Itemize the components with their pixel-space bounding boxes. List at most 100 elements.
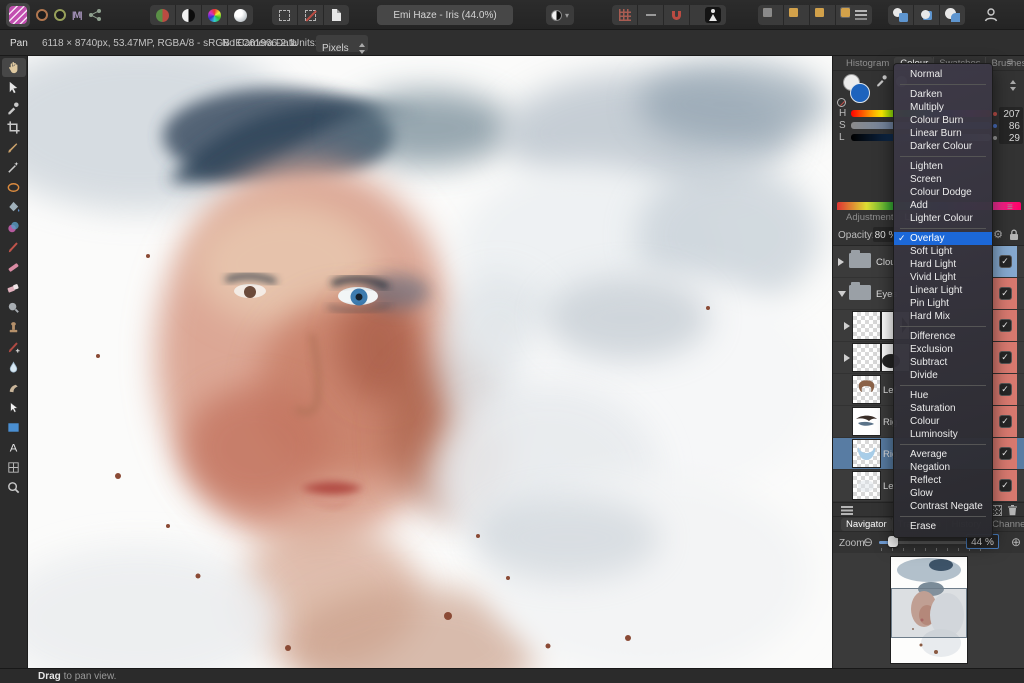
select-document-button[interactable] [324,5,349,25]
blend-option-hue[interactable]: Hue [894,389,992,402]
forward-one-button[interactable] [810,5,835,25]
develop-persona-button[interactable] [54,9,66,21]
zoom-out-icon[interactable]: ⊖ [863,535,873,549]
layer-visibility-checkbox[interactable]: ✓ [999,255,1012,268]
mixer-brush-tool[interactable] [2,218,26,237]
blend-option-colour-burn[interactable]: Colour Burn [894,114,992,127]
blend-option-subtract[interactable]: Subtract [894,356,992,369]
layer-thumb[interactable] [853,312,880,339]
alignment-button[interactable] [850,5,872,25]
tone-mapping-persona-button[interactable]: |M| [72,10,82,20]
colour-picker-icon[interactable] [875,73,889,90]
zoom-in-icon[interactable]: ⊕ [1011,535,1021,549]
layer-visibility-checkbox[interactable]: ✓ [999,287,1012,300]
export-persona-button[interactable] [88,8,102,22]
layer-visibility-checkbox[interactable]: ✓ [999,383,1012,396]
node-tool[interactable] [2,398,26,417]
mesh-warp-tool[interactable] [2,458,26,477]
blend-option-colour-dodge[interactable]: Colour Dodge [894,186,992,199]
move-to-back-button[interactable] [758,5,783,25]
blend-option-exclusion[interactable]: Exclusion [894,343,992,356]
boolean-add-button[interactable] [888,5,913,25]
zoom-tool[interactable] [2,478,26,497]
deselect-button[interactable] [298,5,323,25]
freehand-selection-tool[interactable] [2,178,26,197]
blend-option-darker-colour[interactable]: Darker Colour [894,140,992,153]
healing-brush-tool[interactable] [2,338,26,357]
tab-navigator[interactable]: Navigator [841,518,892,531]
view-pan-tool[interactable] [2,58,26,77]
layer-visibility-checkbox[interactable]: ✓ [999,351,1012,364]
snapping-magnet-button[interactable] [664,5,689,25]
snapping-presets-button[interactable] [638,5,663,25]
blend-option-vivid-light[interactable]: Vivid Light [894,271,992,284]
liquify-persona-button[interactable] [36,9,48,21]
colour-mode-stepper[interactable] [1009,80,1016,91]
colour-panel-menu-icon[interactable]: ≡ [1007,58,1020,68]
blend-option-difference[interactable]: Difference [894,330,992,343]
boolean-subtract-button[interactable] [914,5,939,25]
blend-option-linear-burn[interactable]: Linear Burn [894,127,992,140]
blend-option-add[interactable]: Add [894,199,992,212]
no-colour-swatch[interactable] [837,98,846,107]
layer-effects-gear-icon[interactable]: ⚙ [993,228,1003,241]
blend-option-average[interactable]: Average [894,448,992,461]
pixel-brush-tool[interactable] [2,238,26,257]
tab-histogram[interactable]: Histogram [841,57,894,70]
blend-option-multiply[interactable]: Multiply [894,101,992,114]
blend-option-divide[interactable]: Divide [894,369,992,382]
paint-brush-tool[interactable] [2,138,26,157]
artistic-text-tool[interactable]: A [2,438,26,457]
layer-thumb[interactable] [853,408,880,435]
layer-visibility-checkbox[interactable]: ✓ [999,447,1012,460]
selection-brush-tool[interactable] [2,158,26,177]
expand-arrow-icon[interactable] [844,354,850,362]
blend-option-soft-light[interactable]: Soft Light [894,245,992,258]
auto-contrast-button[interactable] [176,5,201,25]
auto-white-balance-button[interactable] [228,5,253,25]
blend-option-linear-light[interactable]: Linear Light [894,284,992,297]
select-marquee-button[interactable] [272,5,297,25]
blend-option-contrast-negate[interactable]: Contrast Negate [894,500,992,513]
navigator-thumbnail[interactable] [891,557,967,663]
dodge-brush-tool[interactable] [2,298,26,317]
blend-option-erase[interactable]: Erase [894,520,992,533]
blend-option-reflect[interactable]: Reflect [894,474,992,487]
canvas[interactable] [28,56,832,668]
colour-replacement-brush-tool[interactable] [2,258,26,277]
foreground-colour-swatch[interactable] [850,83,870,103]
blend-option-lighter-colour[interactable]: Lighter Colour [894,212,992,225]
crop-tool[interactable] [2,118,26,137]
auto-colour-button[interactable] [202,5,227,25]
layer-lock-icon[interactable] [1009,229,1019,244]
colour-picker-tool[interactable] [2,98,26,117]
blend-option-hard-mix[interactable]: Hard Mix [894,310,992,323]
account-button[interactable] [978,5,1004,25]
blur-brush-tool[interactable] [2,358,26,377]
blend-option-pin-light[interactable]: Pin Light [894,297,992,310]
blend-option-lighten[interactable]: Lighten [894,160,992,173]
move-tool[interactable] [2,78,26,97]
assistant-manager-button[interactable] [700,5,726,25]
expand-collapse-icon[interactable] [838,291,846,297]
layer-visibility-checkbox[interactable]: ✓ [999,479,1012,492]
blend-option-saturation[interactable]: Saturation [894,402,992,415]
blend-option-glow[interactable]: Glow [894,487,992,500]
document-title-button[interactable]: Emi Haze - Iris (44.0%) [377,5,513,25]
mask-layer-icon[interactable] [992,506,1001,515]
show-grid-button[interactable] [612,5,637,25]
blend-option-screen[interactable]: Screen [894,173,992,186]
boolean-divide-button[interactable] [940,5,965,25]
blend-option-hard-light[interactable]: Hard Light [894,258,992,271]
navigator-viewport-rect[interactable] [891,588,967,638]
blend-option-colour[interactable]: Colour [894,415,992,428]
layer-thumb[interactable] [853,344,880,371]
smudge-brush-tool[interactable] [2,378,26,397]
layer-thumb[interactable] [853,440,880,467]
clone-stamp-tool[interactable] [2,318,26,337]
blend-option-darken[interactable]: Darken [894,88,992,101]
layers-stack-icon[interactable] [841,506,853,508]
erase-brush-tool[interactable] [2,278,26,297]
layer-thumb[interactable] [853,472,880,499]
layer-visibility-checkbox[interactable]: ✓ [999,319,1012,332]
